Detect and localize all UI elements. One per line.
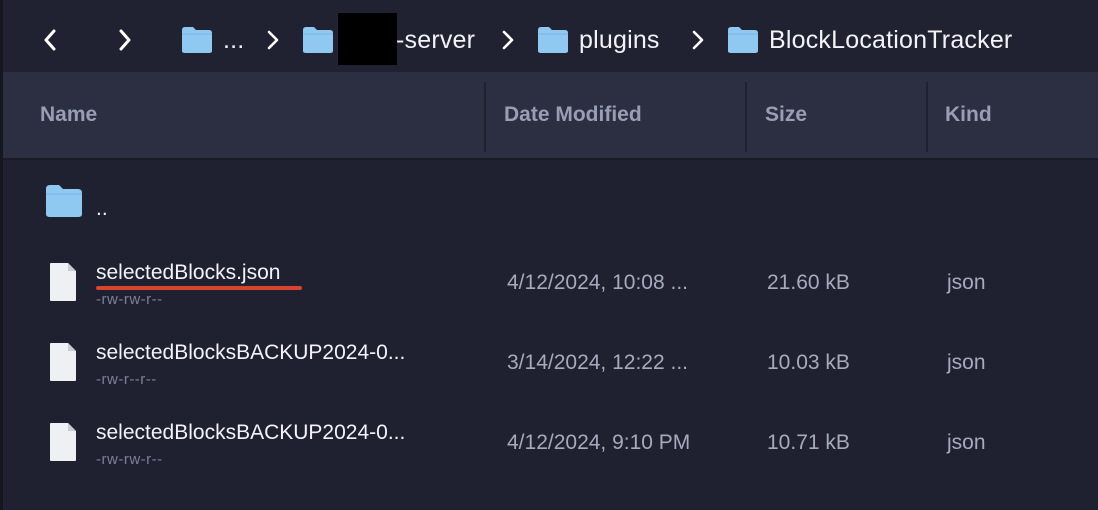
chevron-left-icon [44,29,56,51]
redaction-block [338,13,397,65]
file-name: .. [96,197,108,220]
column-header-date-modified[interactable]: Date Modified [504,72,642,158]
breadcrumb-label: -server [396,25,476,54]
date-modified-cell: 4/12/2024, 9:10 PM [507,431,691,454]
file-name: selectedBlocksBACKUP2024-0... [96,341,406,364]
kind-cell: json [947,431,986,454]
column-divider[interactable] [745,82,747,152]
file-permissions: -rw-r--r-- [96,371,157,388]
file-icon [50,263,76,301]
file-permissions: -rw-rw-r-- [96,451,163,468]
chevron-right-icon [119,29,131,51]
column-divider[interactable] [484,82,486,152]
kind-cell: json [947,271,986,294]
column-divider[interactable] [926,82,928,152]
file-icon [50,343,76,381]
breadcrumb-label: BlockLocationTracker [769,25,1013,54]
name-underline-annotation [96,286,302,290]
file-permissions: -rw-rw-r-- [96,291,163,308]
kind-cell: json [947,351,986,374]
file-name: selectedBlocksBACKUP2024-0... [96,421,406,444]
list-item[interactable]: selectedBlocksBACKUP2024-0... -rw-r--r--… [3,325,1098,405]
date-modified-cell: 3/14/2024, 12:22 ... [507,351,688,374]
back-button[interactable] [37,22,63,58]
folder-icon [46,185,82,217]
file-name: selectedBlocks.json [96,261,281,284]
folder-icon [303,27,333,53]
file-list: .. selectedBlocks.json -rw-rw-r-- 4/12/2… [3,160,1098,510]
breadcrumb-item-blocklocationtracker[interactable]: BlockLocationTracker [727,18,1012,62]
column-header-kind[interactable]: Kind [945,72,992,158]
list-item[interactable]: selectedBlocks.json -rw-rw-r-- 4/12/2024… [3,245,1098,325]
size-cell: 21.60 kB [767,271,850,294]
breadcrumb-label: ... [223,25,245,54]
list-item[interactable]: selectedBlocksBACKUP2024-0... -rw-rw-r--… [3,405,1098,485]
size-cell: 10.71 kB [767,431,850,454]
file-browser-window: ... -server plugins BlockLocationTracker… [0,0,1098,510]
date-modified-cell: 4/12/2024, 10:08 ... [507,271,688,294]
column-header-size[interactable]: Size [765,72,807,158]
folder-icon [728,27,758,53]
breadcrumb-label: plugins [579,25,660,54]
chevron-right-icon [688,22,708,58]
chevron-right-icon [263,22,283,58]
file-icon [50,423,76,461]
folder-icon [538,27,568,53]
column-header-name[interactable]: Name [40,72,97,158]
list-item-parent-folder[interactable]: .. [3,170,1098,250]
breadcrumb-item-ellipsis[interactable]: ... [181,18,244,62]
forward-button[interactable] [112,22,138,58]
chevron-right-icon [498,22,518,58]
folder-icon [182,27,212,53]
column-header: Name Date Modified Size Kind [3,72,1098,160]
breadcrumb-item-plugins[interactable]: plugins [537,18,660,62]
size-cell: 10.03 kB [767,351,850,374]
toolbar: ... -server plugins BlockLocationTracker [3,0,1098,72]
